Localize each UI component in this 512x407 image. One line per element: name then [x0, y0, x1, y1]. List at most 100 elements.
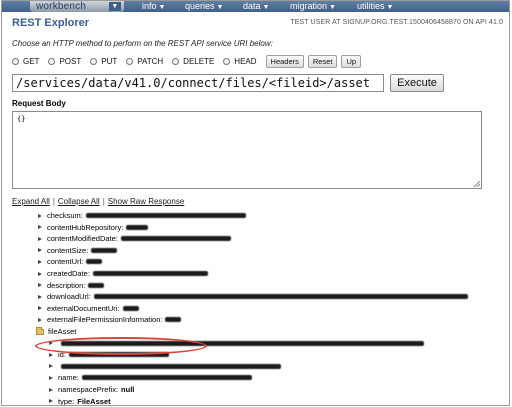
redacted-value — [93, 294, 468, 300]
collapse-all-link[interactable]: Collapse All — [58, 197, 100, 206]
tree-row[interactable]: contentSize: — [38, 245, 118, 256]
menu-migration[interactable]: migration ▼ — [290, 1, 336, 12]
chevron-down-icon: ▼ — [216, 4, 224, 11]
logo-text: workbench — [36, 1, 87, 12]
chevron-right-icon[interactable] — [38, 236, 42, 241]
chevron-down-icon: ▼ — [329, 4, 336, 11]
radio-head[interactable] — [223, 58, 231, 65]
method-put[interactable]: PUT — [90, 57, 117, 66]
redacted-value — [91, 247, 118, 253]
tree-key: namespacePrefix: — [58, 385, 119, 394]
response-tree-links: Expand All | Collapse All | Show Raw Respons… — [12, 197, 185, 206]
tree-row[interactable]: description: — [38, 280, 105, 291]
tree-key: fileAsset — [48, 327, 77, 336]
request-body-label: Request Body — [12, 99, 66, 108]
chevron-right-icon[interactable] — [49, 364, 53, 369]
request-body-textarea[interactable]: {} — [12, 111, 482, 189]
workbench-logo[interactable]: workbench ▼ — [30, 1, 124, 12]
tree-folder-row[interactable]: fileAsset — [36, 326, 76, 337]
tree-key: contentHubRepository: — [47, 222, 124, 232]
chevron-right-icon[interactable] — [38, 283, 42, 288]
method-delete[interactable]: DELETE — [172, 57, 214, 66]
chevron-right-icon[interactable] — [38, 294, 42, 299]
tree-value: FileAsset — [77, 396, 111, 406]
tree-row[interactable]: createdDate: — [38, 268, 208, 279]
tree-key: contentModifiedDate: — [47, 234, 118, 244]
radio-post[interactable] — [48, 58, 56, 65]
redacted-value — [92, 271, 208, 276]
page-title: REST Explorer — [12, 17, 90, 29]
execute-button[interactable]: Execute — [390, 74, 444, 92]
tree-row[interactable]: externalDocumentUri: — [38, 303, 139, 314]
show-raw-response-link[interactable]: Show Raw Response — [108, 197, 184, 206]
redacted-value — [88, 282, 105, 288]
radio-put[interactable] — [90, 58, 98, 65]
method-patch[interactable]: PATCH — [126, 57, 163, 66]
tree-key: downloadUrl: — [47, 292, 91, 302]
chevron-down-icon: ▼ — [386, 4, 394, 11]
menu-data[interactable]: data ▼ — [243, 1, 269, 12]
redacted-value — [126, 224, 149, 230]
chevron-down-icon: ▼ — [262, 4, 270, 11]
tree-row[interactable]: name: — [49, 372, 252, 383]
user-info: TEST USER AT SIGNUP.ORG.TEST.15004064588… — [290, 19, 503, 26]
radio-patch[interactable] — [126, 58, 134, 65]
menu-utilities[interactable]: utilities ▼ — [357, 1, 393, 12]
tree-key: checksum: — [47, 211, 83, 220]
chevron-right-icon[interactable] — [38, 306, 42, 311]
tree-key: externalFilePermissionInformation: — [47, 315, 163, 325]
chevron-right-icon[interactable] — [38, 259, 42, 264]
tree-row[interactable]: downloadUrl: — [38, 291, 468, 302]
chevron-right-icon[interactable] — [49, 387, 53, 392]
redacted-value — [122, 305, 139, 311]
chevron-right-icon[interactable] — [38, 271, 42, 276]
tree-row[interactable] — [49, 361, 281, 372]
tree-row[interactable]: contentUrl: — [38, 256, 103, 267]
radio-delete[interactable] — [172, 58, 180, 65]
folder-icon[interactable] — [36, 326, 44, 335]
method-post[interactable]: POST — [48, 57, 81, 66]
menu-info[interactable]: info ▼ — [142, 1, 165, 12]
chevron-right-icon[interactable] — [38, 213, 42, 218]
tree-row[interactable]: checksum: — [38, 210, 246, 221]
chevron-right-icon[interactable] — [38, 248, 42, 253]
redacted-value — [85, 213, 246, 218]
tree-row[interactable]: contentModifiedDate: — [38, 233, 231, 244]
resize-handle-icon[interactable] — [474, 181, 480, 187]
redacted-value — [120, 236, 231, 242]
tree-key: createdDate: — [47, 269, 90, 278]
chevron-down-icon: ▼ — [158, 4, 166, 11]
method-instruction: Choose an HTTP method to perform on the … — [12, 39, 273, 48]
expand-all-link[interactable]: Expand All — [12, 197, 50, 206]
chevron-right-icon[interactable] — [49, 399, 53, 404]
up-button[interactable]: Up — [341, 55, 362, 68]
chevron-right-icon[interactable] — [38, 225, 42, 230]
chevron-right-icon[interactable] — [38, 317, 42, 322]
tree-row[interactable]: namespacePrefix: null — [49, 384, 134, 395]
tree-value: null — [121, 385, 135, 394]
chevron-right-icon[interactable] — [49, 375, 53, 380]
page-frame: workbench ▼ info ▼ queries ▼ data ▼ migrati… — [1, 0, 510, 406]
radio-get[interactable] — [12, 58, 19, 65]
id-highlight-ellipse — [35, 337, 207, 355]
tree-key: contentUrl: — [47, 257, 84, 267]
tree-key: externalDocumentUri: — [47, 303, 120, 313]
headers-button[interactable]: Headers — [265, 55, 304, 68]
tree-row[interactable]: externalFilePermissionInformation: — [38, 314, 182, 325]
tree-key: type: — [58, 396, 75, 406]
method-head[interactable]: HEAD — [223, 57, 257, 66]
menu-queries[interactable]: queries ▼ — [185, 1, 223, 12]
redacted-value — [165, 317, 182, 323]
reset-button[interactable]: Reset — [307, 55, 338, 68]
tree-row[interactable]: contentHubRepository: — [38, 222, 149, 233]
tree-row[interactable]: type: FileAsset — [49, 396, 111, 406]
request-body-value: {} — [17, 115, 26, 123]
tree-key: description: — [47, 280, 86, 290]
tree-key: name: — [58, 373, 79, 383]
top-nav-bar: workbench ▼ info ▼ queries ▼ data ▼ migrati… — [2, 1, 509, 12]
redacted-value — [81, 375, 252, 381]
http-method-selector: GET POST PUT PATCH DELETE HEAD Headers R… — [12, 55, 365, 68]
service-uri-input[interactable]: /services/data/v41.0/connect/files/<file… — [12, 74, 384, 92]
method-get[interactable]: GET — [12, 57, 39, 66]
chevron-right-icon[interactable] — [49, 352, 53, 357]
